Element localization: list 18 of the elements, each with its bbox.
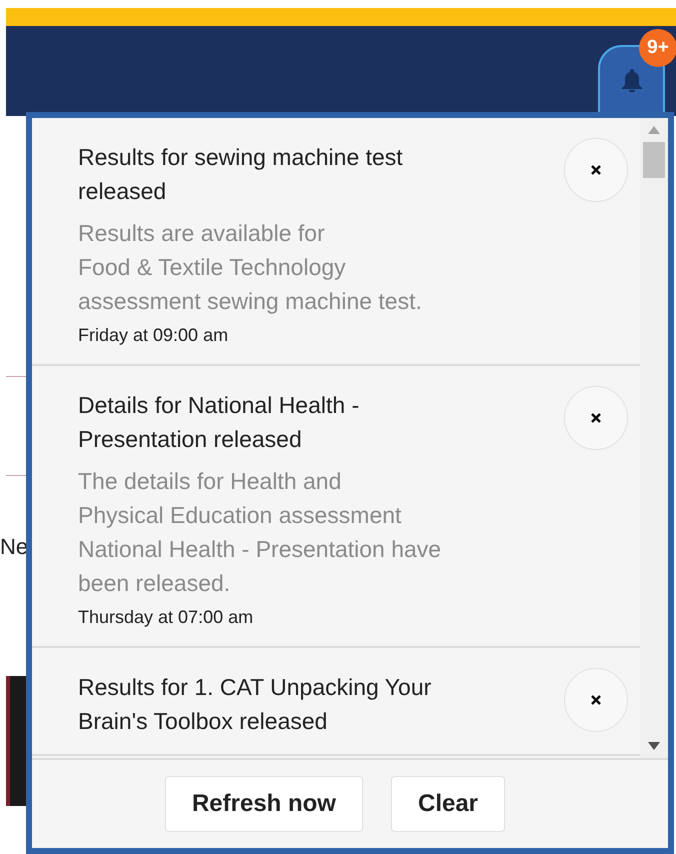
notification-title: Details for National Health - Presentation released	[78, 391, 360, 454]
notification-title: Results for 1. CAT Unpacking Your Brain's Toolbox released	[78, 673, 432, 736]
close-icon	[590, 412, 602, 424]
notification-title: Results for sewing machine test released	[78, 143, 404, 206]
close-icon	[590, 694, 602, 706]
notification-body: Results are available for Food & Textile Technology assessment sewing machine test.	[78, 219, 423, 316]
notification-time: Friday at 09:00 am	[78, 324, 230, 347]
close-icon	[590, 164, 602, 176]
scroll-up-icon	[648, 126, 660, 134]
footer-button[interactable]: Clear	[390, 776, 506, 832]
bell-icon	[620, 68, 642, 92]
scroll-thumb[interactable]	[643, 142, 665, 178]
notification-body: The details for Health and Physical Education assessment National Health - Presentation have been released.	[78, 467, 442, 598]
scroll-down-icon	[648, 742, 660, 750]
notification-time: Thursday at 07:00 am	[78, 606, 254, 629]
scrollbar[interactable]	[640, 118, 668, 758]
footer-button[interactable]: Refresh now	[164, 776, 363, 832]
side-text: Ne	[0, 533, 28, 561]
